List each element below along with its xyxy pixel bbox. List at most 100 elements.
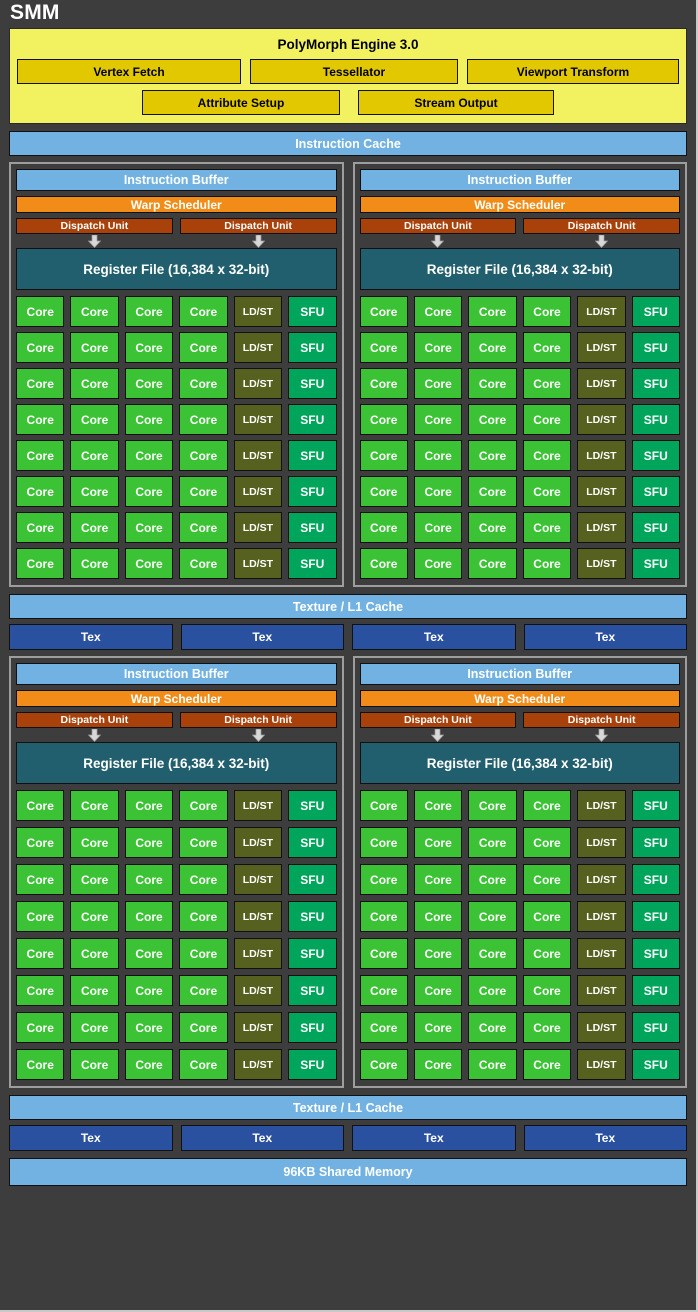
core-unit: Core <box>124 864 174 895</box>
sfu-unit: SFU <box>631 476 680 507</box>
vertex-fetch-block[interactable]: Vertex Fetch <box>17 59 241 84</box>
core-unit: Core <box>413 296 463 327</box>
core-unit: Core <box>522 938 572 969</box>
instruction-buffer: Instruction Buffer <box>16 663 337 685</box>
stream-output-block[interactable]: Stream Output <box>358 90 554 115</box>
core-unit: Core <box>468 864 517 895</box>
core-unit: Core <box>70 975 119 1006</box>
core-unit: Core <box>179 938 228 969</box>
core-unit: Core <box>468 404 517 435</box>
ldst-unit: LD/ST <box>577 512 626 543</box>
sfu-unit: SFU <box>631 901 680 932</box>
warp-scheduler: Warp Scheduler <box>359 690 680 707</box>
core-unit: Core <box>468 1049 517 1080</box>
sfu-unit: SFU <box>631 368 680 399</box>
core-unit: Core <box>16 296 65 327</box>
core-unit: Core <box>179 368 228 399</box>
core-unit: Core <box>70 476 119 507</box>
core-unit: Core <box>522 332 572 363</box>
sfu-unit: SFU <box>288 368 337 399</box>
core-unit: Core <box>413 368 463 399</box>
core-unit: Core <box>179 1049 228 1080</box>
core-unit: Core <box>413 512 463 543</box>
ldst-unit: LD/ST <box>233 548 283 579</box>
core-unit: Core <box>359 864 408 895</box>
shared-memory-band: 96KB Shared Memory <box>9 1158 687 1186</box>
sfu-unit: SFU <box>631 1012 680 1043</box>
core-unit: Core <box>16 512 65 543</box>
instruction-buffer: Instruction Buffer <box>16 169 337 191</box>
sfu-unit: SFU <box>288 548 337 579</box>
down-arrow-icon <box>180 234 337 248</box>
dispatch-arrow-row <box>16 234 337 248</box>
sfu-unit: SFU <box>288 404 337 435</box>
dispatch-unit: Dispatch Unit <box>179 712 337 728</box>
register-file: Register File (16,384 x 32-bit) <box>16 248 337 290</box>
core-unit: Core <box>468 901 517 932</box>
core-unit: Core <box>16 548 65 579</box>
core-unit: Core <box>124 476 174 507</box>
polymorph-engine-title: PolyMorph Engine 3.0 <box>277 37 419 52</box>
tex-unit: Tex <box>9 624 173 650</box>
core-unit: Core <box>16 404 65 435</box>
polymorph-row-1: Vertex Fetch Tessellator Viewport Transf… <box>17 59 679 84</box>
core-unit: Core <box>70 368 119 399</box>
sfu-unit: SFU <box>631 548 680 579</box>
tex-row-top: Tex Tex Tex Tex <box>9 624 687 650</box>
warp-scheduler: Warp Scheduler <box>359 196 680 213</box>
core-unit: Core <box>16 368 65 399</box>
core-unit: Core <box>70 864 119 895</box>
core-unit: Core <box>16 827 65 858</box>
ldst-unit: LD/ST <box>577 476 626 507</box>
tessellator-block[interactable]: Tessellator <box>250 59 458 84</box>
core-unit: Core <box>16 938 65 969</box>
core-unit: Core <box>413 332 463 363</box>
core-unit: Core <box>468 440 517 471</box>
sfu-unit: SFU <box>631 827 680 858</box>
core-unit: Core <box>522 1012 572 1043</box>
dispatch-unit: Dispatch Unit <box>359 218 517 234</box>
tex-row-bottom: Tex Tex Tex Tex <box>9 1125 687 1151</box>
core-unit: Core <box>359 938 408 969</box>
core-unit: Core <box>359 368 408 399</box>
down-arrow-icon <box>523 234 680 248</box>
ldst-unit: LD/ST <box>233 827 283 858</box>
core-unit: Core <box>468 476 517 507</box>
core-unit: Core <box>124 790 174 821</box>
core-unit: Core <box>413 790 463 821</box>
ldst-unit: LD/ST <box>577 1012 626 1043</box>
core-unit: Core <box>16 975 65 1006</box>
core-unit: Core <box>70 1012 119 1043</box>
core-unit: Core <box>124 1012 174 1043</box>
core-unit: Core <box>359 901 408 932</box>
ldst-unit: LD/ST <box>233 512 283 543</box>
core-unit: Core <box>468 975 517 1006</box>
sfu-unit: SFU <box>288 1049 337 1080</box>
core-unit: Core <box>359 404 408 435</box>
core-grid: Core Core Core Core LD/ST SFU Core Core Core Core… <box>359 790 680 1080</box>
core-unit: Core <box>70 827 119 858</box>
sfu-unit: SFU <box>288 827 337 858</box>
core-unit: Core <box>522 864 572 895</box>
core-unit: Core <box>522 512 572 543</box>
core-unit: Core <box>179 1012 228 1043</box>
core-unit: Core <box>359 548 408 579</box>
core-unit: Core <box>70 404 119 435</box>
processing-block-pair-bottom: Instruction Buffer Warp Scheduler Dispatch… <box>9 656 687 1088</box>
core-unit: Core <box>124 512 174 543</box>
ldst-unit: LD/ST <box>577 975 626 1006</box>
core-unit: Core <box>179 790 228 821</box>
ldst-unit: LD/ST <box>233 975 283 1006</box>
core-unit: Core <box>124 901 174 932</box>
ldst-unit: LD/ST <box>577 404 626 435</box>
ldst-unit: LD/ST <box>233 901 283 932</box>
down-arrow-icon <box>360 234 517 248</box>
sfu-unit: SFU <box>631 975 680 1006</box>
core-unit: Core <box>522 476 572 507</box>
smm-diagram: SMM PolyMorph Engine 3.0 Vertex Fetch Te… <box>0 0 696 1186</box>
sfu-unit: SFU <box>288 901 337 932</box>
attribute-setup-block[interactable]: Attribute Setup <box>142 90 340 115</box>
core-unit: Core <box>413 404 463 435</box>
ldst-unit: LD/ST <box>233 296 283 327</box>
viewport-transform-block[interactable]: Viewport Transform <box>467 59 679 84</box>
